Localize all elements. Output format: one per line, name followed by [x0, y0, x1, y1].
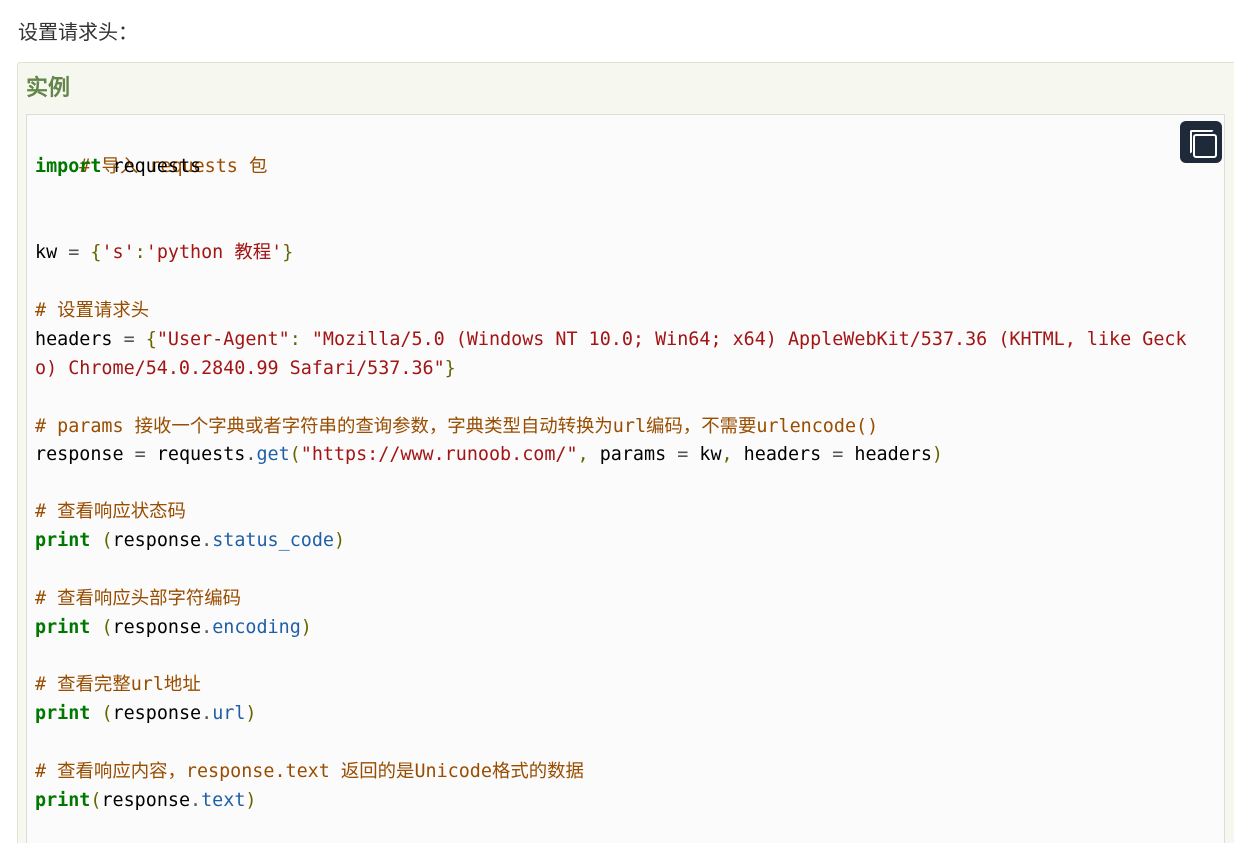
code-string-key: 's' [101, 242, 135, 263]
code-operator: = [821, 444, 855, 465]
code-dot: . [201, 703, 213, 724]
code-string-value: "Mozilla/5.0 (Windows NT 10.0; Win64; x6… [311, 329, 1187, 350]
code-line-10: print (response.status_code) [35, 526, 345, 555]
code-line-16: print(response.text) [35, 786, 256, 815]
code-line-15: # 查看响应内容，response.text 返回的是Unicode格式的数据 [35, 757, 584, 786]
code-variable-headers: headers [35, 329, 113, 350]
code-attr-url: url [212, 703, 246, 724]
code-variable-response: response [112, 703, 202, 724]
code-attr-encoding: encoding [212, 617, 301, 638]
code-line-5: headers = {"User-Agent": "Mozilla/5.0 (W… [35, 325, 1187, 354]
code-variable-kw: kw [35, 242, 58, 263]
code-attr-status-code: status_code [212, 530, 334, 551]
code-variable-response: response [101, 790, 191, 811]
code-dot: . [245, 444, 257, 465]
code-operator: = [112, 329, 146, 350]
code-paren-close: ) [333, 530, 346, 551]
code-string-key: "User-Agent" [156, 329, 290, 350]
code-paren-open: ( [90, 530, 113, 551]
code-brace-open: { [145, 329, 157, 350]
code-comment: # params 接收一个字典或者字符串的查询参数，字典类型自动转换为url编码… [35, 416, 879, 437]
code-brace-close: } [282, 242, 294, 263]
code-brace-open: { [90, 242, 102, 263]
code-paren-close: ) [300, 617, 312, 638]
code-string-value: 'python 教程' [145, 242, 283, 263]
code-block[interactable] [26, 114, 1225, 843]
code-variable-response: response [35, 444, 124, 465]
code-variable-response: response [112, 617, 202, 638]
code-line-6: o) Chrome/54.0.2840.99 Safari/537.36"} [35, 354, 456, 383]
code-param-headers: headers [732, 444, 822, 465]
code-line-7: # params 接收一个字典或者字符串的查询参数，字典类型自动转换为url编码… [35, 412, 878, 441]
code-comment: # 查看响应内容，response.text 返回的是Unicode格式的数据 [35, 761, 584, 782]
code-comment: # 查看完整url地址 [35, 674, 201, 695]
code-line-9: # 查看响应状态码 [35, 497, 186, 526]
code-attr-text: text [201, 790, 246, 811]
code-comma: , [577, 444, 589, 465]
code-paren-open: ( [90, 703, 113, 724]
code-dot: . [190, 790, 202, 811]
copy-code-button[interactable] [1180, 121, 1222, 163]
code-keyword-print: print [35, 703, 91, 724]
code-operator: = [666, 444, 700, 465]
code-line-14: print (response.url) [35, 699, 256, 728]
code-line-8: response = requests.get("https://www.run… [35, 440, 943, 469]
code-paren-close: ) [245, 790, 257, 811]
code-variable-headers: headers [854, 444, 932, 465]
code-method-get: get [256, 444, 290, 465]
code-keyword-import: import [35, 156, 102, 177]
code-paren-close: ) [245, 703, 257, 724]
code-brace-close: } [444, 358, 456, 379]
code-dot: . [201, 530, 213, 551]
code-keyword-print: print [35, 617, 91, 638]
code-module-name: requests [156, 444, 246, 465]
code-comment: # 设置请求头 [35, 300, 150, 321]
code-comment: # 查看响应头部字符编码 [35, 588, 242, 609]
code-operator: = [57, 242, 91, 263]
section-heading: 设置请求头： [18, 20, 138, 44]
code-paren-close: ) [931, 444, 943, 465]
code-string-value-cont: o) Chrome/54.0.2840.99 Safari/537.36" [35, 358, 445, 379]
code-line-3: kw = {'s':'python 教程'} [35, 238, 293, 267]
code-line-13: # 查看完整url地址 [35, 670, 201, 699]
code-variable-response: response [112, 530, 202, 551]
code-operator: = [123, 444, 157, 465]
code-colon: : [134, 242, 146, 263]
page: 设置请求头： 实例 # 导入 requests 包 import request… [0, 0, 1234, 843]
code-module-name: requests [101, 156, 202, 177]
code-comma: , [721, 444, 733, 465]
example-title: 实例 [26, 76, 71, 101]
code-comment: # 查看响应状态码 [35, 501, 186, 522]
code-paren-open: ( [90, 790, 102, 811]
code-colon: : [289, 329, 312, 350]
code-variable-kw: kw [699, 444, 722, 465]
code-paren-open: ( [289, 444, 301, 465]
code-keyword-print: print [35, 530, 91, 551]
code-keyword-print: print [35, 790, 91, 811]
code-string-url: "https://www.runoob.com/" [300, 444, 578, 465]
copy-icon-front [1193, 134, 1217, 158]
code-paren-open: ( [90, 617, 113, 638]
code-line-11: # 查看响应头部字符编码 [35, 584, 241, 613]
code-dot: . [201, 617, 213, 638]
code-line-4: # 设置请求头 [35, 296, 149, 325]
code-line-2: import requests [35, 152, 201, 181]
code-param-params: params [588, 444, 667, 465]
code-line-12: print (response.encoding) [35, 613, 312, 642]
